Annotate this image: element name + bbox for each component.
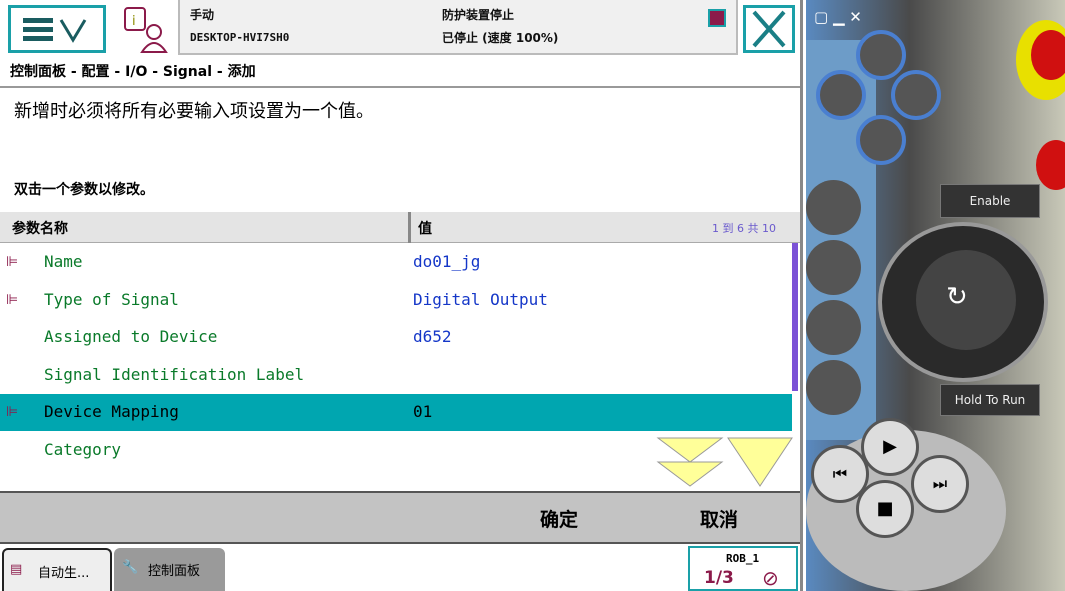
param-name: Device Mapping — [44, 402, 179, 422]
param-name: Type of Signal — [44, 289, 179, 309]
operation-mode: 手动 — [190, 8, 215, 22]
menu-icon — [23, 18, 87, 43]
play-button[interactable]: ▶ — [861, 418, 919, 476]
hold-to-run-button[interactable]: Hold To Run — [940, 384, 1040, 416]
virtual-pendant-hardware: ▢ ▁ ✕ Enable ↻ Hold To Run ▶ ⏮ ⏭ ■ — [806, 0, 1065, 591]
taskbar-tab-control-panel[interactable]: 🔧 控制面板 — [114, 548, 225, 591]
controller-state: 已停止 (速度 100%) — [442, 31, 559, 45]
taskbar-tab-auto[interactable]: ▤ 自动生... — [2, 548, 112, 591]
scroll-down-buttons[interactable] — [656, 436, 796, 494]
table-row[interactable]: Signal Identification Label — [0, 357, 792, 394]
param-name: Name — [44, 252, 83, 271]
quickset-button[interactable]: ROB_1 1/3 ⊘ — [688, 546, 798, 591]
step-forward-button[interactable]: ⏭ — [911, 455, 969, 513]
breadcrumb: 控制面板 - 配置 - I/O - Signal - 添加 — [10, 64, 256, 80]
close-icon — [752, 10, 786, 48]
param-value: 01 — [413, 402, 433, 422]
ok-button[interactable]: 确定 — [540, 505, 578, 532]
enable-button[interactable]: Enable — [940, 184, 1040, 218]
scrollbar[interactable] — [792, 243, 798, 391]
paging-info: 1 到 6 共 10 — [712, 222, 776, 235]
table-header: 参数名称 值 1 到 6 共 10 — [0, 212, 800, 243]
joystick-arrows-icon: ↻ — [946, 282, 968, 312]
table-row[interactable]: ⊫ Device Mapping 01 — [0, 394, 792, 432]
table-row[interactable]: ⊫ Type of Signal Digital Output — [0, 282, 792, 319]
flexpendant-screen: i 手动 DESKTOP-HVI7SH0 防护装置停止 已停止 (速度 100%… — [0, 0, 803, 591]
table-row[interactable]: ⊫ Name do01_jg — [0, 244, 792, 281]
wrench-icon: 🔧 — [122, 560, 139, 575]
param-value: d652 — [413, 327, 452, 347]
close-button[interactable] — [743, 5, 795, 53]
cancel-button[interactable]: 取消 — [700, 505, 738, 532]
jog-mode-icon: ⊘ — [762, 566, 779, 590]
info-message: 新增时必须将所有必要输入项设置为一个值。 — [14, 101, 374, 122]
svg-text:i: i — [132, 14, 136, 29]
hint-text: 双击一个参数以修改。 — [14, 182, 154, 198]
system-name: DESKTOP-HVI7SH0 — [190, 31, 290, 44]
stop-button[interactable]: ■ — [856, 480, 914, 538]
column-value: 值 — [418, 221, 432, 237]
increment-indicator: 1/3 — [704, 568, 734, 588]
program-icon: ▤ — [10, 562, 23, 577]
param-name: Category — [44, 440, 122, 459]
required-field-icon: ⊫ — [6, 404, 19, 421]
button-bar: 确定 取消 — [0, 491, 800, 544]
abb-menu-button[interactable] — [8, 5, 106, 53]
required-field-icon: ⊫ — [6, 291, 19, 308]
param-name: Assigned to Device — [44, 327, 218, 347]
required-field-icon: ⊫ — [6, 254, 19, 270]
param-value: do01_jg — [413, 252, 481, 271]
safety-state: 防护装置停止 — [442, 8, 515, 22]
window-controls[interactable]: ▢ ▁ ✕ — [814, 8, 862, 26]
table-row[interactable]: Assigned to Device d652 — [0, 319, 792, 356]
status-bar[interactable]: 手动 DESKTOP-HVI7SH0 防护装置停止 已停止 (速度 100%) — [178, 0, 738, 55]
param-value: Digital Output — [413, 289, 548, 309]
event-log-icon[interactable]: i — [122, 6, 170, 58]
param-name: Signal Identification Label — [44, 364, 305, 384]
tool-status-icon — [708, 9, 726, 27]
column-param-name: 参数名称 — [12, 221, 68, 237]
